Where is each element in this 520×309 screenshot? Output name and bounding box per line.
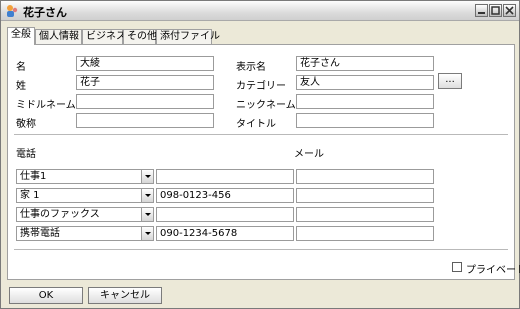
middle-name-field[interactable] — [76, 94, 214, 109]
phone-type-select[interactable]: 仕事1 — [16, 169, 154, 184]
private-label: プライベート — [466, 265, 520, 276]
display-name-field[interactable]: 花子さん — [296, 56, 434, 71]
maximize-icon — [491, 6, 500, 15]
email-field[interactable] — [296, 169, 434, 184]
category-label: カテゴリー — [236, 81, 286, 92]
close-icon — [505, 6, 514, 15]
email-header: メール — [294, 149, 324, 160]
nickname-label: ニックネーム — [236, 100, 296, 111]
ok-button[interactable]: OK — [9, 287, 83, 304]
tab-attachments[interactable]: 添付ファイル — [156, 29, 220, 44]
dropdown-arrow-icon[interactable] — [141, 227, 153, 240]
dropdown-arrow-icon[interactable] — [141, 189, 153, 202]
first-name-label: 名 — [16, 62, 26, 73]
private-checkbox[interactable] — [452, 262, 462, 272]
category-picker-button[interactable]: ... — [438, 73, 462, 89]
job-title-label: タイトル — [236, 119, 276, 130]
window-title: 花子さん — [23, 6, 67, 19]
tab-other[interactable]: その他 — [123, 29, 157, 44]
phone-number-field[interactable]: 098-0123-456 — [156, 188, 294, 203]
honorific-label: 敬称 — [16, 119, 36, 130]
nickname-field[interactable] — [296, 94, 434, 109]
phone-type-label: 仕事のファックス — [20, 209, 100, 220]
display-name-label: 表示名 — [236, 62, 266, 73]
phone-type-select[interactable]: 仕事のファックス — [16, 207, 154, 222]
phone-number-field[interactable]: 090-1234-5678 — [156, 226, 294, 241]
dropdown-arrow-icon[interactable] — [141, 208, 153, 221]
cancel-button[interactable]: キャンセル — [88, 287, 162, 304]
phone-type-label: 家 1 — [20, 190, 40, 201]
last-name-label: 姓 — [16, 81, 26, 92]
email-field[interactable] — [296, 207, 434, 222]
first-name-field[interactable]: 大綾 — [76, 56, 214, 71]
phone-type-select[interactable]: 家 1 — [16, 188, 154, 203]
section-divider — [14, 134, 508, 135]
email-field[interactable] — [296, 226, 434, 241]
phone-number-field[interactable] — [156, 169, 294, 184]
close-button[interactable] — [503, 4, 516, 17]
dropdown-arrow-icon[interactable] — [141, 170, 153, 183]
honorific-field[interactable] — [76, 113, 214, 128]
phone-number-field[interactable] — [156, 207, 294, 222]
email-field[interactable] — [296, 188, 434, 203]
minimize-icon — [478, 12, 485, 14]
phone-type-label: 携帯電話 — [20, 228, 60, 239]
category-field[interactable]: 友人 — [296, 75, 434, 90]
phone-header: 電話 — [16, 149, 36, 160]
middle-name-label: ミドルネーム — [16, 100, 76, 111]
section-divider — [14, 249, 508, 250]
phone-type-select[interactable]: 携帯電話 — [16, 226, 154, 241]
general-panel: 名 大綾 表示名 花子さん 姓 花子 カテゴリー 友人 ... ミドルネーム ニ… — [7, 44, 520, 280]
minimize-button[interactable] — [475, 4, 488, 17]
tab-business[interactable]: ビジネス — [82, 29, 126, 44]
maximize-button[interactable] — [489, 4, 502, 17]
tab-personal[interactable]: 個人情報 — [35, 29, 82, 44]
contact-app-icon — [7, 5, 18, 17]
job-title-field[interactable] — [296, 113, 434, 128]
title-bar[interactable]: 花子さん — [1, 1, 519, 21]
tab-general[interactable]: 全般 — [7, 27, 35, 45]
last-name-field[interactable]: 花子 — [76, 75, 214, 90]
phone-type-label: 仕事1 — [20, 171, 47, 182]
contact-window: 花子さん 全般 個人情報 ビジネス その他 添付ファイル 名 大綾 表示名 花子… — [0, 0, 520, 309]
